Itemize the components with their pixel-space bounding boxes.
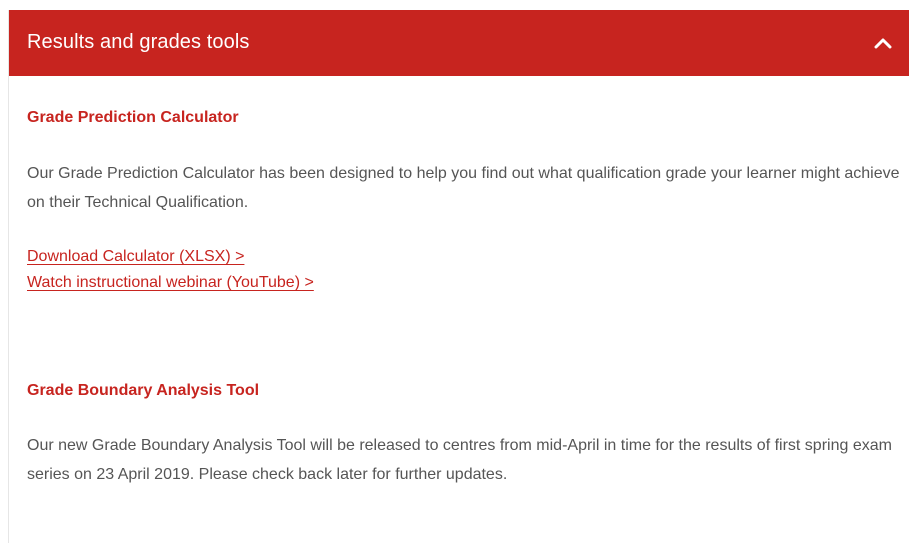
download-calculator-link[interactable]: Download Calculator (XLSX) > <box>27 244 244 270</box>
grade-prediction-description: Our Grade Prediction Calculator has been… <box>27 165 900 211</box>
chevron-up-icon <box>874 38 892 49</box>
grade-boundary-description: Our new Grade Boundary Analysis Tool wil… <box>27 437 892 483</box>
accordion-title: Results and grades tools <box>27 31 250 53</box>
grade-prediction-title: Grade Prediction Calculator <box>27 109 239 126</box>
results-grades-accordion: Results and grades tools Grade Predictio… <box>8 10 909 543</box>
accordion-header[interactable]: Results and grades tools <box>9 10 909 76</box>
collapse-button[interactable] <box>870 30 896 56</box>
grade-boundary-title: Grade Boundary Analysis Tool <box>27 382 260 399</box>
watch-webinar-link[interactable]: Watch instructional webinar (YouTube) > <box>27 270 314 296</box>
